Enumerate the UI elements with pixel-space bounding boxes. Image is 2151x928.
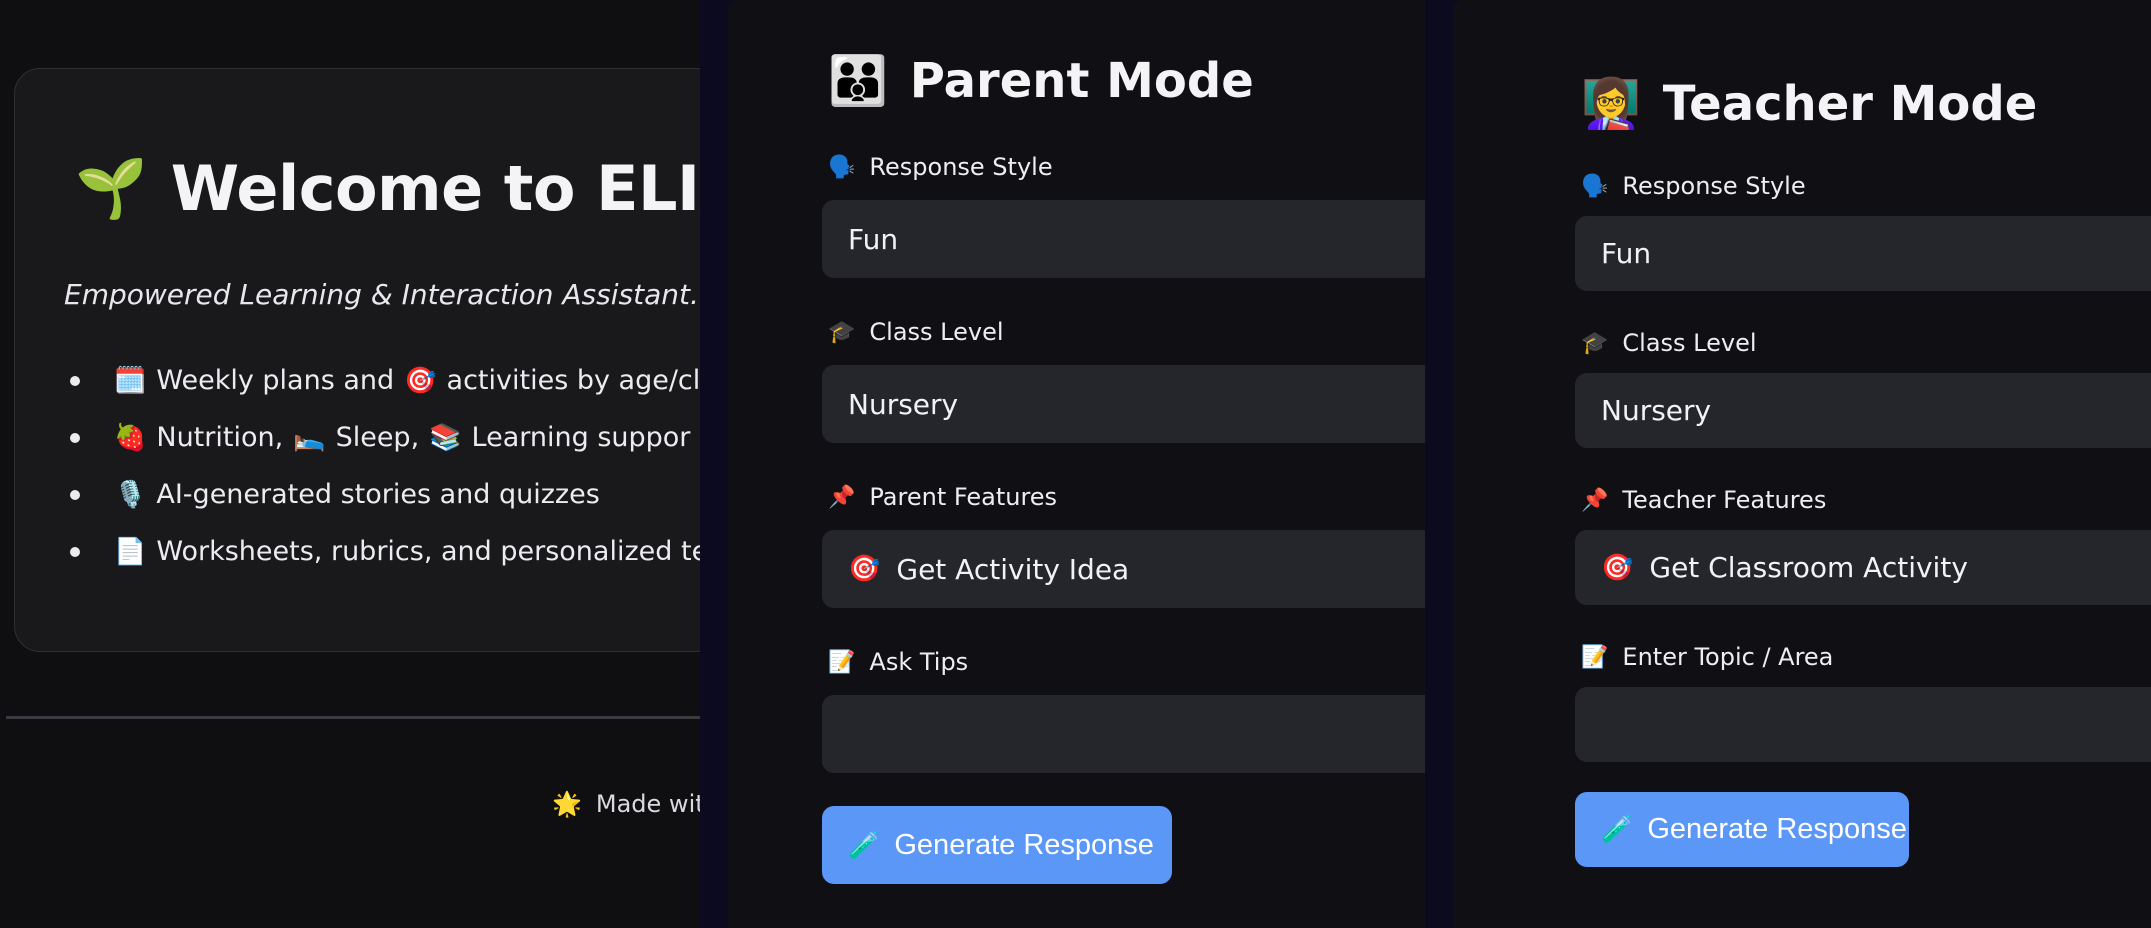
class-level-select[interactable]: Nursery <box>1575 373 2151 448</box>
generate-response-button[interactable]: 🧪 Generate Response <box>822 806 1172 884</box>
teacher-icon: 👩‍🏫 <box>1581 76 1641 132</box>
graduation-cap-icon: 🎓 <box>1581 330 1609 356</box>
response-style-label-text: Response Style <box>869 153 1053 181</box>
footer-text: Made with <box>595 790 700 818</box>
calendar-icon: 🗓️ <box>114 365 147 396</box>
divider <box>6 716 700 719</box>
seedling-icon: 🌱 <box>75 154 147 222</box>
family-icon: 👪 <box>828 53 888 109</box>
class-level-select[interactable]: Nursery <box>822 365 1425 443</box>
parent-features-label-text: Parent Features <box>869 483 1058 511</box>
target-icon: 🎯 <box>1601 552 1634 583</box>
footer: 🌟 Made with <box>552 790 700 818</box>
generate-response-button[interactable]: 🧪 Generate Response <box>1575 792 1909 867</box>
welcome-title: 🌱 Welcome to ELIA! <box>75 152 700 225</box>
pushpin-icon: 📌 <box>828 484 856 510</box>
memo-icon: 📝 <box>828 649 856 675</box>
response-style-label: 🗣️ Response Style <box>1581 172 1806 200</box>
class-level-label-text: Class Level <box>1622 329 1757 357</box>
target-icon: 🎯 <box>404 365 437 396</box>
ask-tips-label-text: Ask Tips <box>869 648 969 676</box>
teacher-features-select[interactable]: 🎯 Get Classroom Activity <box>1575 530 2151 605</box>
test-tube-icon: 🧪 <box>1601 814 1634 844</box>
response-style-value: Fun <box>1601 237 1652 270</box>
class-level-label: 🎓 Class Level <box>828 318 1004 346</box>
parent-features-select[interactable]: 🎯 Get Activity Idea <box>822 530 1425 608</box>
feature-list: 🗓️ Weekly plans and 🎯 activities by age/… <box>70 352 700 580</box>
speaking-head-icon: 🗣️ <box>828 154 856 180</box>
response-style-select[interactable]: Fun <box>822 200 1425 278</box>
class-level-value: Nursery <box>1601 394 1712 427</box>
page-title-text: Parent Mode <box>909 52 1254 109</box>
test-tube-icon: 🧪 <box>848 829 881 860</box>
page-title-text: Teacher Mode <box>1662 75 2038 132</box>
bullet-dot <box>70 375 80 386</box>
bed-icon: 🛌 <box>293 422 326 453</box>
teacher-features-label-text: Teacher Features <box>1622 486 1827 514</box>
response-style-value: Fun <box>848 222 899 256</box>
list-item-text: activities by age/cla <box>446 365 700 396</box>
class-level-value: Nursery <box>848 387 959 421</box>
list-item: 📄 Worksheets, rubrics, and personalized … <box>70 523 700 580</box>
memo-icon: 📝 <box>1581 644 1609 670</box>
strawberry-icon: 🍓 <box>114 422 147 453</box>
generate-response-label: Generate Response <box>894 828 1154 861</box>
ask-tips-label: 📝 Ask Tips <box>828 648 968 676</box>
microphone-icon: 🎙️ <box>114 479 147 510</box>
welcome-subtitle: Empowered Learning & Interaction Assista… <box>64 278 699 311</box>
response-style-label: 🗣️ Response Style <box>828 153 1053 181</box>
response-style-label-text: Response Style <box>1622 172 1806 200</box>
speaking-head-icon: 🗣️ <box>1581 173 1609 199</box>
class-level-label: 🎓 Class Level <box>1581 329 1757 357</box>
parent-features-label: 📌 Parent Features <box>828 483 1057 511</box>
topic-area-label: 📝 Enter Topic / Area <box>1581 643 1833 671</box>
topic-area-input[interactable] <box>1575 687 2151 762</box>
target-icon: 🎯 <box>848 554 881 584</box>
list-item-text: Weekly plans and <box>156 365 395 396</box>
list-item: 🍓 Nutrition, 🛌 Sleep, 📚 Learning suppor <box>70 409 700 466</box>
books-icon: 📚 <box>429 422 462 453</box>
parent-features-value: Get Activity Idea <box>896 552 1130 586</box>
list-item: 🗓️ Weekly plans and 🎯 activities by age/… <box>70 352 700 409</box>
generate-response-label: Generate Response <box>1647 813 1907 845</box>
page-title: 👩‍🏫 Teacher Mode <box>1581 75 2038 133</box>
parent-mode-panel: 👪 Parent Mode 🗣️ Response Style Fun 🎓 Cl… <box>728 0 1425 928</box>
bullet-dot <box>70 432 80 443</box>
list-item-text: Nutrition, <box>156 422 284 453</box>
class-level-label-text: Class Level <box>869 318 1004 346</box>
welcome-panel: 🌱 Welcome to ELIA! Empowered Learning & … <box>0 0 700 928</box>
response-style-select[interactable]: Fun <box>1575 216 2151 291</box>
document-icon: 📄 <box>114 536 147 567</box>
graduation-cap-icon: 🎓 <box>828 319 856 345</box>
bullet-dot <box>70 489 80 500</box>
ask-tips-input[interactable] <box>822 695 1425 773</box>
list-item-text: AI-generated stories and quizzes <box>156 479 600 510</box>
teacher-features-value: Get Classroom Activity <box>1649 551 1968 584</box>
list-item-text: Sleep, <box>335 422 420 453</box>
list-item-text: Learning suppor <box>471 422 691 453</box>
list-item: 🎙️ AI-generated stories and quizzes <box>70 466 700 523</box>
topic-area-label-text: Enter Topic / Area <box>1622 643 1834 671</box>
bullet-dot <box>70 546 80 557</box>
welcome-title-text: Welcome to ELIA! <box>170 152 700 225</box>
page-title: 👪 Parent Mode <box>828 52 1254 110</box>
pushpin-icon: 📌 <box>1581 487 1609 513</box>
teacher-mode-panel: 👩‍🏫 Teacher Mode 🗣️ Response Style Fun 🎓… <box>1453 0 2151 928</box>
star-icon: 🌟 <box>552 790 582 818</box>
teacher-features-label: 📌 Teacher Features <box>1581 486 1826 514</box>
list-item-text: Worksheets, rubrics, and personalized te… <box>156 536 700 567</box>
